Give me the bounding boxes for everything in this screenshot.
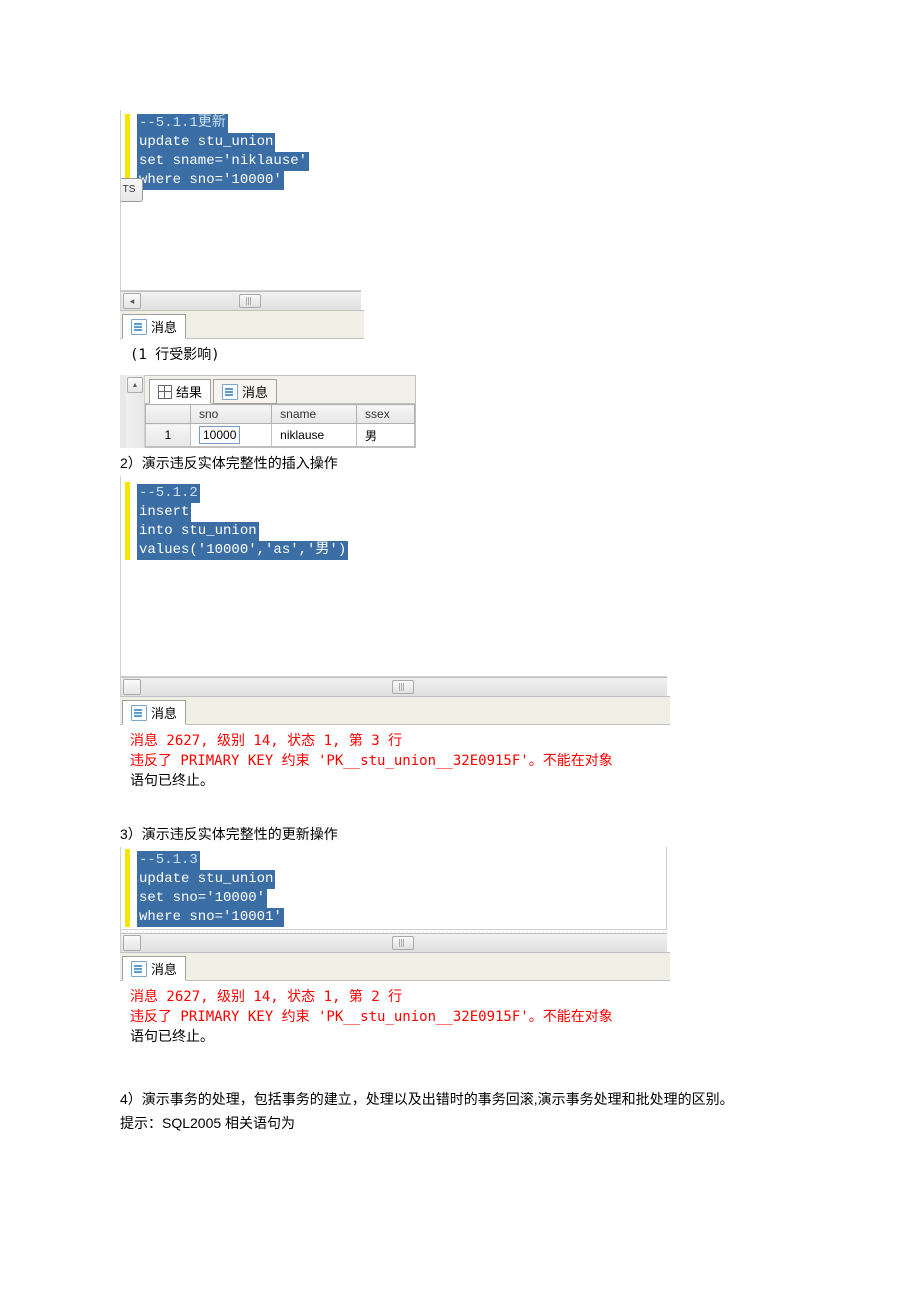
tab-label: 消息 [242, 382, 268, 401]
scroll-thumb[interactable] [239, 294, 261, 308]
code-line: --5.1.1更新 [137, 114, 228, 133]
col-header-sname[interactable]: sname [272, 405, 357, 424]
messages-icon [131, 319, 147, 335]
section-3-title: 3）演示违反实体完整性的更新操作 [120, 823, 800, 845]
col-header-ssex[interactable]: ssex [357, 405, 415, 424]
sql-editor-2[interactable]: --5.1.2 insert into stu_union values('10… [121, 476, 667, 677]
code-line: values('10000','as','男') [137, 541, 348, 560]
messages-icon [131, 705, 147, 721]
sql-editor-3[interactable]: --5.1.3 update stu_union set sno='10000'… [121, 847, 667, 930]
scroll-left-arrow[interactable] [123, 935, 141, 951]
output-text: (1 行受影响) [130, 345, 350, 365]
horizontal-scrollbar-3[interactable] [121, 933, 667, 952]
ts-badge: TS [120, 178, 143, 202]
code-line: where sno='10000' [137, 171, 284, 190]
section-4-paragraph-2: 提示：SQL2005 相关语句为 [120, 1111, 800, 1135]
messages-output-1: (1 行受影响) [120, 339, 360, 375]
code-line: where sno='10001' [137, 908, 284, 927]
output-text: 语句已终止。 [130, 771, 656, 791]
scroll-left-arrow[interactable] [123, 679, 141, 695]
tab-label: 消息 [151, 317, 177, 336]
code-line: update stu_union [137, 133, 275, 152]
error-line: 违反了 PRIMARY KEY 约束 'PK__stu_union__32E09… [130, 751, 656, 771]
error-line: 消息 2627, 级别 14, 状态 1, 第 3 行 [130, 731, 656, 751]
cell-sname[interactable]: niklause [272, 424, 357, 447]
scroll-thumb[interactable] [392, 936, 414, 950]
tab-results[interactable]: 结果 [149, 379, 211, 404]
messages-icon [131, 961, 147, 977]
messages-output-3: 消息 2627, 级别 14, 状态 1, 第 2 行 违反了 PRIMARY … [120, 981, 666, 1057]
col-header-sno[interactable]: sno [191, 405, 272, 424]
code-line: --5.1.2 [137, 484, 200, 503]
messages-output-2: 消息 2627, 级别 14, 状态 1, 第 3 行 违反了 PRIMARY … [120, 725, 666, 801]
results-table[interactable]: sno sname ssex 1 10000 niklause 男 [145, 404, 415, 447]
section-2-title: 2）演示违反实体完整性的插入操作 [120, 452, 800, 474]
tab-label: 消息 [151, 703, 177, 722]
code-line: set sname='niklause' [137, 152, 309, 171]
row-index: 1 [146, 424, 191, 447]
scroll-up-arrow[interactable]: ▴ [127, 377, 143, 393]
code-line: insert [137, 503, 191, 522]
output-text: 语句已终止。 [130, 1027, 656, 1047]
sql-editor-1[interactable]: TS --5.1.1更新 update stu_union set sname=… [121, 110, 361, 291]
tab-messages-2[interactable]: 消息 [213, 379, 277, 404]
horizontal-scrollbar[interactable]: ◂ [121, 291, 361, 310]
cell-sno[interactable]: 10000 [191, 424, 272, 447]
code-line: into stu_union [137, 522, 259, 541]
scroll-left-arrow[interactable]: ◂ [123, 293, 141, 309]
tab-messages-3[interactable]: 消息 [122, 700, 186, 725]
grid-icon [158, 385, 172, 399]
tab-label: 消息 [151, 959, 177, 978]
error-line: 消息 2627, 级别 14, 状态 1, 第 2 行 [130, 987, 656, 1007]
section-4-paragraph-1: 4）演示事务的处理，包括事务的建立，处理以及出错时的事务回滚,演示事务处理和批处… [120, 1087, 800, 1111]
tab-label: 结果 [176, 382, 202, 401]
cell-ssex[interactable]: 男 [357, 424, 415, 447]
code-line: --5.1.3 [137, 851, 200, 870]
error-line: 违反了 PRIMARY KEY 约束 'PK__stu_union__32E09… [130, 1007, 656, 1027]
table-row[interactable]: 1 10000 niklause 男 [146, 424, 415, 447]
tab-messages[interactable]: 消息 [122, 314, 186, 339]
row-header-corner [146, 405, 191, 424]
tab-messages-4[interactable]: 消息 [122, 956, 186, 981]
horizontal-scrollbar-2[interactable] [121, 677, 667, 696]
scroll-thumb[interactable] [392, 680, 414, 694]
messages-icon [222, 384, 238, 400]
code-line: update stu_union [137, 870, 275, 889]
code-line: set sno='10000' [137, 889, 267, 908]
